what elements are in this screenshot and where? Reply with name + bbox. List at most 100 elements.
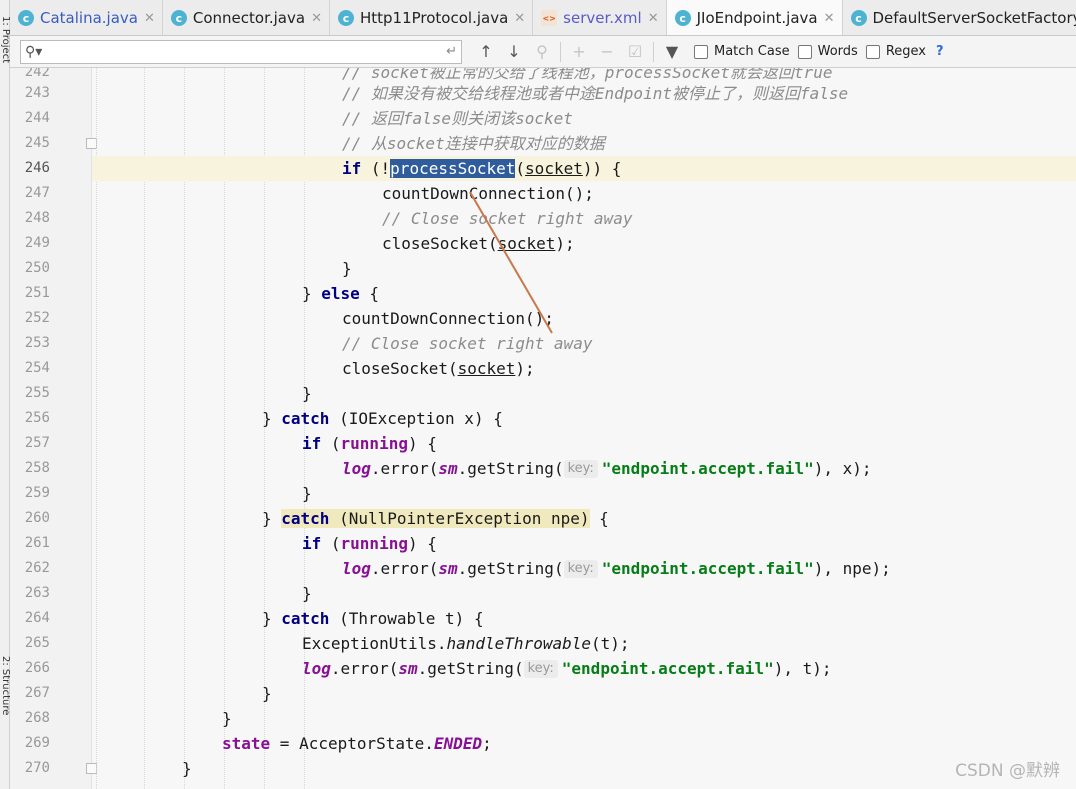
regex-checkbox[interactable] bbox=[865, 44, 880, 59]
remove-selection-icon[interactable]: − bbox=[593, 39, 621, 65]
code-editor[interactable]: 242 243 244 245 246 247 248 249 250 251 252 253 254 2… bbox=[10, 68, 1076, 789]
code-line-270: } bbox=[92, 756, 1076, 781]
code-line-244: // 返回false则关闭该socket bbox=[92, 106, 1076, 131]
new-line-icon[interactable]: ↵ bbox=[446, 44, 457, 59]
add-selection-icon[interactable]: + bbox=[565, 39, 593, 65]
method-call: closeSocket( bbox=[342, 359, 458, 378]
tab-http11protocol[interactable]: c Http11Protocol.java ✕ bbox=[330, 0, 534, 35]
regex-help-link[interactable]: ? bbox=[936, 44, 944, 59]
tab-label: Http11Protocol.java bbox=[359, 9, 509, 27]
code-area[interactable]: // socket被正常的交给了线程池，processSocket就会返回tru… bbox=[92, 68, 1076, 789]
keyword: if bbox=[342, 159, 362, 178]
code-line-263: } bbox=[92, 581, 1076, 606]
code-line-257: if (running) { bbox=[302, 434, 437, 453]
code-line-260: } catch (NullPointerException npe) { bbox=[262, 509, 609, 528]
regex-option[interactable]: Regex bbox=[865, 44, 926, 59]
code-token: (! bbox=[361, 159, 391, 178]
code-token: ; bbox=[482, 734, 492, 753]
structure-tool-button[interactable]: 2: Structure bbox=[0, 656, 10, 752]
words-option[interactable]: Words bbox=[797, 44, 858, 59]
string-literal: "endpoint.accept.fail" bbox=[561, 659, 774, 678]
line-number: 263 bbox=[24, 585, 50, 601]
code-line-258: log.error(sm.getString(key: "endpoint.acc… bbox=[92, 456, 1076, 481]
tab-server-xml[interactable]: <> server.xml ✕ bbox=[533, 0, 667, 35]
project-tool-button[interactable]: 1: Project bbox=[0, 16, 10, 78]
code-token: )) { bbox=[582, 159, 622, 178]
code-line-264: } catch (Throwable t) { bbox=[262, 609, 484, 628]
line-number: 248 bbox=[24, 210, 50, 226]
code-comment: // Close socket right away bbox=[342, 334, 593, 353]
match-case-option[interactable]: Match Case bbox=[694, 44, 790, 59]
select-all-occurrences-icon[interactable]: ☑ bbox=[621, 39, 649, 65]
method-call: closeSocket( bbox=[382, 234, 498, 253]
java-class-icon: c bbox=[337, 10, 354, 26]
code-token: } bbox=[302, 484, 312, 503]
variable-socket[interactable]: socket bbox=[458, 359, 516, 378]
code-comment: // 返回false则关闭该socket bbox=[342, 109, 573, 128]
tab-catalina[interactable]: c Catalina.java ✕ bbox=[10, 0, 163, 35]
match-case-checkbox[interactable] bbox=[694, 44, 708, 59]
close-icon[interactable]: ✕ bbox=[824, 11, 835, 26]
code-token: ); bbox=[555, 234, 575, 253]
code-line-253: // Close socket right away bbox=[92, 331, 1076, 356]
close-icon[interactable]: ✕ bbox=[648, 11, 659, 26]
code-token: (Throwable t) { bbox=[339, 609, 484, 628]
line-number: 253 bbox=[24, 335, 50, 351]
next-occurrence-button[interactable]: ↓ bbox=[500, 39, 528, 65]
java-class-icon: c bbox=[674, 10, 691, 26]
code-token: ), x); bbox=[813, 459, 872, 478]
keyword: catch bbox=[281, 609, 330, 628]
code-token: } bbox=[302, 384, 312, 403]
words-checkbox[interactable] bbox=[797, 44, 812, 59]
search-input[interactable] bbox=[46, 41, 427, 62]
close-icon[interactable]: ✕ bbox=[144, 11, 155, 26]
close-icon[interactable]: ✕ bbox=[311, 11, 322, 26]
code-line-265: ExceptionUtils.handleThrowable(t); bbox=[92, 631, 1076, 656]
line-number: 250 bbox=[24, 260, 50, 276]
field-sm: sm bbox=[438, 459, 458, 478]
code-token: ), npe); bbox=[813, 559, 891, 578]
line-number: 265 bbox=[24, 635, 50, 651]
tab-defaultserversocketfactory[interactable]: c DefaultServerSocketFactory.java bbox=[843, 0, 1076, 35]
tab-label: server.xml bbox=[563, 9, 642, 27]
code-token: .getString( bbox=[457, 559, 564, 578]
class-reference: ExceptionUtils. bbox=[302, 634, 447, 653]
code-line-251: } else { bbox=[302, 284, 380, 303]
filter-icon[interactable]: ▼ bbox=[658, 39, 686, 65]
field-log: log bbox=[342, 559, 371, 578]
previous-occurrence-button[interactable]: ↑ bbox=[472, 39, 500, 65]
tab-label: DefaultServerSocketFactory.java bbox=[872, 9, 1076, 27]
editor-tab-bar: c Catalina.java ✕ c Connector.java ✕ c H… bbox=[10, 0, 1076, 36]
line-number: 269 bbox=[24, 735, 50, 751]
line-number: 268 bbox=[24, 710, 50, 726]
find-all-icon[interactable]: ⚲ bbox=[528, 39, 556, 65]
code-line-254: closeSocket(socket); bbox=[92, 356, 1076, 381]
java-class-icon: c bbox=[850, 10, 867, 26]
code-line-268: } bbox=[92, 706, 1076, 731]
variable-socket[interactable]: socket bbox=[525, 159, 583, 178]
code-token: = AcceptorState. bbox=[270, 734, 434, 753]
code-token: (t); bbox=[591, 634, 630, 653]
search-icon[interactable]: ⚲▾ bbox=[25, 44, 42, 60]
field-running: running bbox=[340, 534, 408, 553]
tab-jioendpoint[interactable]: c JIoEndpoint.java ✕ bbox=[666, 0, 843, 35]
line-number: 243 bbox=[24, 85, 50, 101]
enum-constant: ENDED bbox=[433, 734, 483, 753]
line-number: 264 bbox=[24, 610, 50, 626]
static-method: handleThrowable bbox=[446, 634, 592, 653]
line-number: 255 bbox=[24, 385, 50, 401]
selected-method-name[interactable]: processSocket bbox=[390, 159, 516, 178]
code-line-259: } bbox=[92, 481, 1076, 506]
field-log: log bbox=[342, 459, 371, 478]
code-token: } bbox=[222, 709, 232, 728]
code-line-266: log.error(sm.getString(key: "endpoint.acc… bbox=[92, 656, 1076, 681]
variable-socket[interactable]: socket bbox=[498, 234, 556, 253]
close-icon[interactable]: ✕ bbox=[514, 11, 525, 26]
code-token: .getString( bbox=[457, 459, 564, 478]
tab-connector[interactable]: c Connector.java ✕ bbox=[163, 0, 330, 35]
line-number: 256 bbox=[24, 410, 50, 426]
code-line-247: countDownConnection(); bbox=[92, 181, 1076, 206]
line-number: 251 bbox=[24, 285, 50, 301]
parameter-hint: key: bbox=[523, 660, 558, 678]
code-line-252: countDownConnection(); bbox=[92, 306, 1076, 331]
